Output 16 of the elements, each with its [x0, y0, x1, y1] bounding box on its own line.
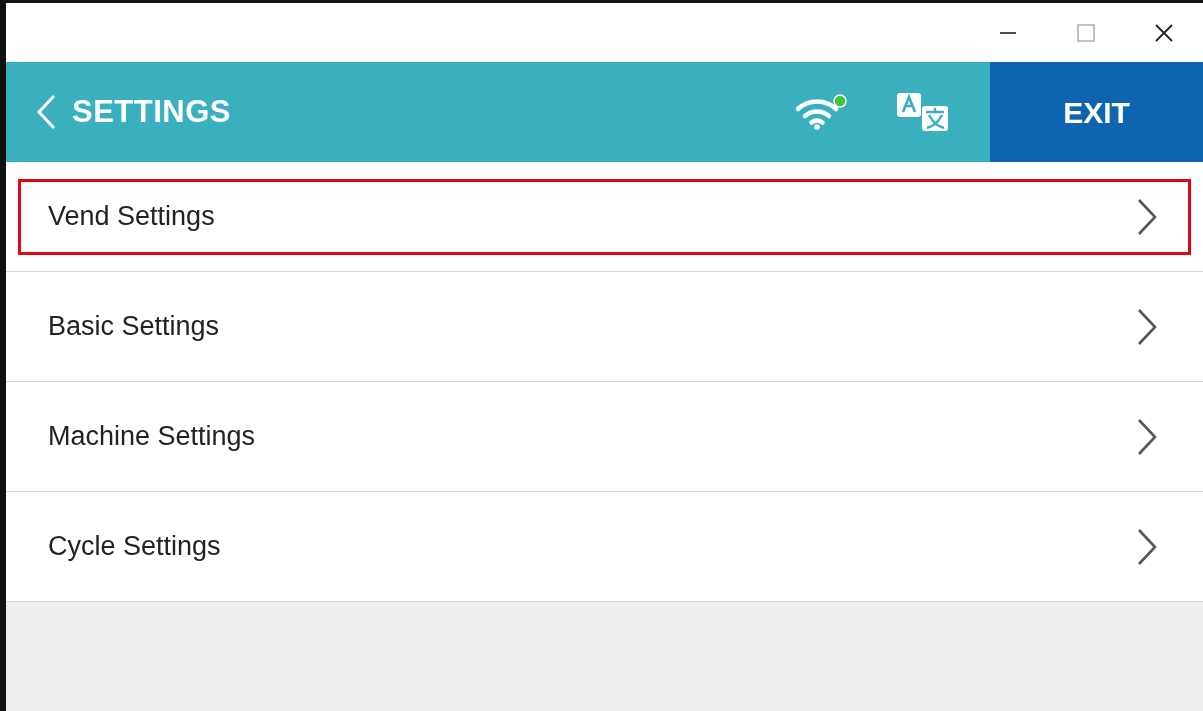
item-label: Vend Settings [48, 200, 215, 234]
page-title: SETTINGS [72, 92, 231, 131]
chevron-right-icon [1136, 307, 1158, 346]
item-label: Basic Settings [48, 310, 220, 344]
item-label: Cycle Settings [48, 530, 221, 564]
translate-icon [896, 92, 950, 132]
back-icon [36, 94, 56, 130]
chevron-right-icon [1136, 527, 1158, 566]
item-label: Machine Settings [48, 420, 256, 454]
minimize-icon [999, 31, 1017, 34]
settings-item[interactable]: Vend Settings [18, 178, 1191, 255]
maximize-icon [1077, 23, 1095, 42]
close-icon [1155, 23, 1173, 42]
chevron-right-icon [1136, 197, 1158, 236]
chevron-right-icon [1136, 417, 1158, 456]
exit-button[interactable]: EXIT [990, 62, 1203, 162]
